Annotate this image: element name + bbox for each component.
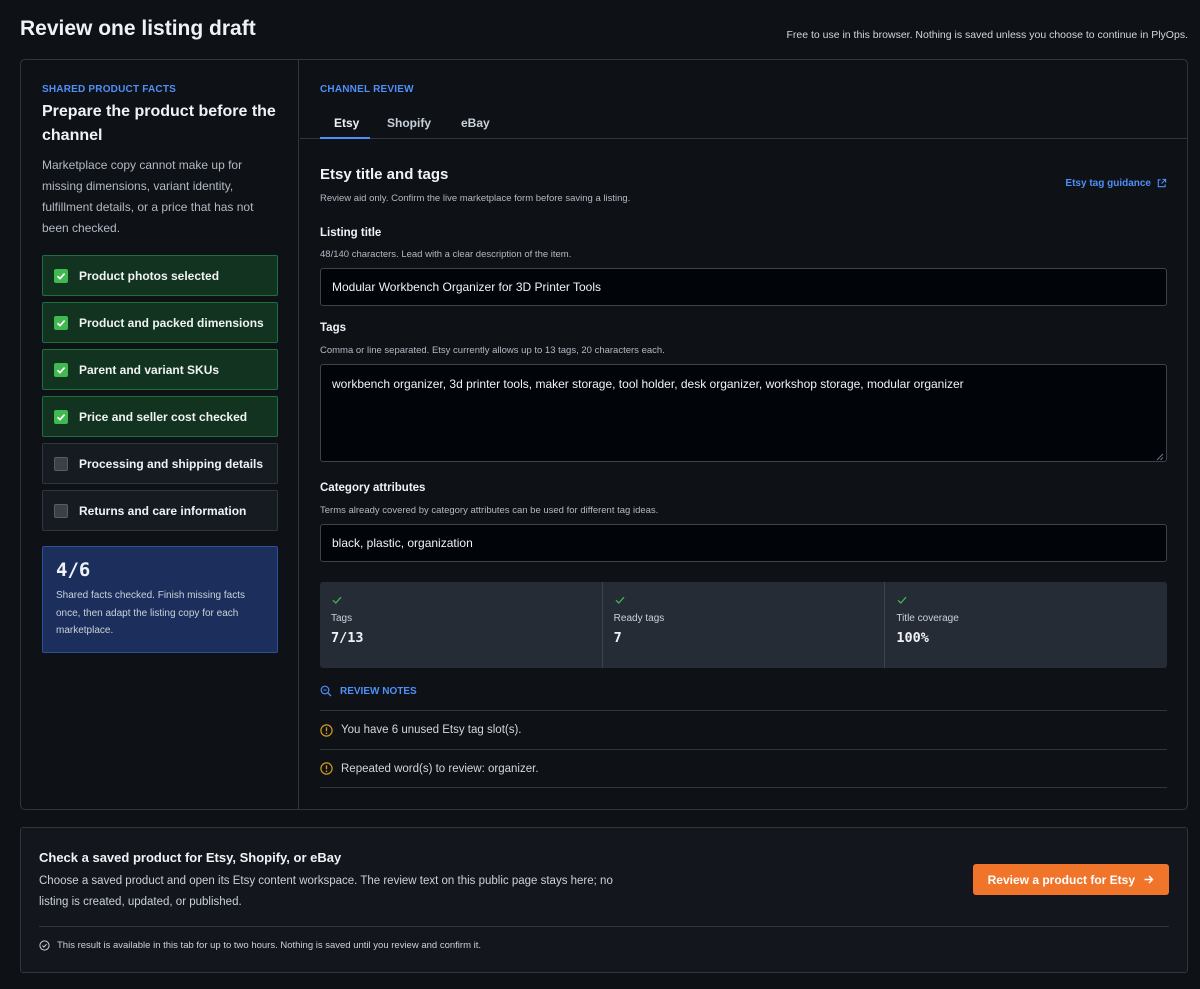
category-help: Terms already covered by category attrib… <box>320 505 659 516</box>
stat-value: 7/13 <box>331 630 364 646</box>
fact-label: Product photos selected <box>79 268 220 283</box>
fact-label: Price and seller cost checked <box>79 409 248 424</box>
stat-title-coverage: Title coverage 100% <box>885 582 1167 668</box>
shared-facts-eyebrow: SHARED PRODUCT FACTS <box>42 84 177 95</box>
progress-card: 4/6 Shared facts checked. Finish missing… <box>42 546 278 653</box>
stat-label: Tags <box>331 613 353 624</box>
review-notes-label: REVIEW NOTES <box>340 685 417 697</box>
stat-value: 7 <box>613 630 622 646</box>
checkbox[interactable] <box>54 409 68 424</box>
listing-title-input[interactable] <box>320 268 1167 306</box>
tags-help: Comma or line separated. Etsy currently … <box>320 345 665 356</box>
fact-label: Returns and care information <box>79 503 247 518</box>
divider <box>39 926 1169 927</box>
page-header: Review one listing draft Free to use in … <box>20 0 1188 60</box>
fact-dimensions[interactable]: Product and packed dimensions <box>42 302 278 343</box>
saved-product-description: Choose a saved product and open its Etsy… <box>39 875 613 908</box>
listing-title-label: Listing title <box>320 227 382 239</box>
search-zoom-icon <box>320 685 332 697</box>
progress-text: Shared facts checked. Finish missing fac… <box>56 590 245 636</box>
category-label: Category attributes <box>320 482 426 494</box>
review-product-button[interactable]: Review a product for Etsy <box>972 864 1169 895</box>
review-note: You have 6 unused Etsy tag slot(s). <box>320 710 1167 749</box>
review-panel: SHARED PRODUCT FACTS Prepare the product… <box>20 59 1188 810</box>
checkbox[interactable] <box>54 456 68 471</box>
saved-product-panel: Check a saved product for Etsy, Shopify,… <box>20 827 1188 973</box>
clock-icon <box>39 940 50 951</box>
check-icon <box>615 596 625 604</box>
tags-label: Tags <box>320 322 346 334</box>
review-product-button-label: Review a product for Etsy <box>987 872 1135 887</box>
checkbox[interactable] <box>54 268 68 283</box>
review-note: Repeated word(s) to review: organizer. <box>320 749 1167 788</box>
arrow-right-icon <box>1144 875 1154 884</box>
shared-facts-description: Marketplace copy cannot make up for miss… <box>42 158 254 235</box>
page-title: Review one listing draft <box>20 17 256 40</box>
stats-summary: Tags 7/13 Ready tags 7 Title coverage 10… <box>320 582 1167 668</box>
tab-ebay[interactable]: eBay <box>461 116 490 130</box>
channel-tabs: Etsy Shopify eBay <box>300 105 1187 139</box>
header-note: Free to use in this browser. Nothing is … <box>786 29 1188 41</box>
fact-photos[interactable]: Product photos selected <box>42 255 278 296</box>
stat-ready-tags: Ready tags 7 <box>603 582 886 668</box>
etsy-tag-guidance-link[interactable]: Etsy tag guidance <box>1065 178 1167 189</box>
fact-returns[interactable]: Returns and care information <box>42 490 278 531</box>
availability-note-text: This result is available in this tab for… <box>57 940 482 951</box>
tab-etsy[interactable]: Etsy <box>334 116 359 130</box>
saved-product-title: Check a saved product for Etsy, Shopify,… <box>39 850 342 865</box>
check-icon <box>56 366 66 374</box>
check-icon <box>56 319 66 327</box>
stat-label: Title coverage <box>896 613 959 624</box>
review-note-text: Repeated word(s) to review: organizer. <box>341 762 539 775</box>
category-attributes-input[interactable] <box>320 524 1167 562</box>
fact-checklist: Product photos selected Product and pack… <box>42 255 278 537</box>
tags-textarea[interactable]: workbench organizer, 3d printer tools, m… <box>320 364 1167 462</box>
shared-facts-panel: SHARED PRODUCT FACTS Prepare the product… <box>21 60 299 809</box>
check-icon <box>897 596 907 604</box>
review-notes-list: You have 6 unused Etsy tag slot(s). Repe… <box>320 710 1167 788</box>
section-title: Etsy title and tags <box>320 166 449 183</box>
channel-review-eyebrow: CHANNEL REVIEW <box>320 84 414 95</box>
resize-handle-icon[interactable] <box>1156 453 1164 461</box>
review-notes-heading: REVIEW NOTES <box>320 685 417 697</box>
checkbox[interactable] <box>54 315 68 330</box>
fact-label: Processing and shipping details <box>79 456 264 471</box>
channel-review-panel: CHANNEL REVIEW Etsy Shopify eBay Etsy ti… <box>300 60 1187 809</box>
shared-facts-heading: Prepare the product before the channel <box>42 103 276 144</box>
fact-label: Product and packed dimensions <box>79 315 264 330</box>
checkbox[interactable] <box>54 503 68 518</box>
checkbox[interactable] <box>54 362 68 377</box>
fact-shipping[interactable]: Processing and shipping details <box>42 443 278 484</box>
stat-tags: Tags 7/13 <box>320 582 603 668</box>
stat-value: 100% <box>896 630 929 646</box>
external-link-icon <box>1157 178 1167 188</box>
warning-circle-icon <box>320 762 333 775</box>
review-note-text: You have 6 unused Etsy tag slot(s). <box>341 724 522 736</box>
listing-title-help: 48/140 characters. Lead with a clear des… <box>320 249 572 260</box>
section-subtitle: Review aid only. Confirm the live market… <box>320 193 631 204</box>
stat-label: Ready tags <box>613 613 665 624</box>
fact-label: Parent and variant SKUs <box>79 362 220 377</box>
check-icon <box>56 413 66 421</box>
check-icon <box>56 272 66 280</box>
warning-circle-icon <box>320 723 333 737</box>
fact-price[interactable]: Price and seller cost checked <box>42 396 278 437</box>
availability-note: This result is available in this tab for… <box>39 940 481 951</box>
progress-count: 4/6 <box>56 559 91 581</box>
active-tab-indicator <box>320 137 370 139</box>
guide-link-label: Etsy tag guidance <box>1065 178 1151 189</box>
tab-shopify[interactable]: Shopify <box>387 116 431 130</box>
fact-skus[interactable]: Parent and variant SKUs <box>42 349 278 390</box>
check-icon <box>332 596 342 604</box>
